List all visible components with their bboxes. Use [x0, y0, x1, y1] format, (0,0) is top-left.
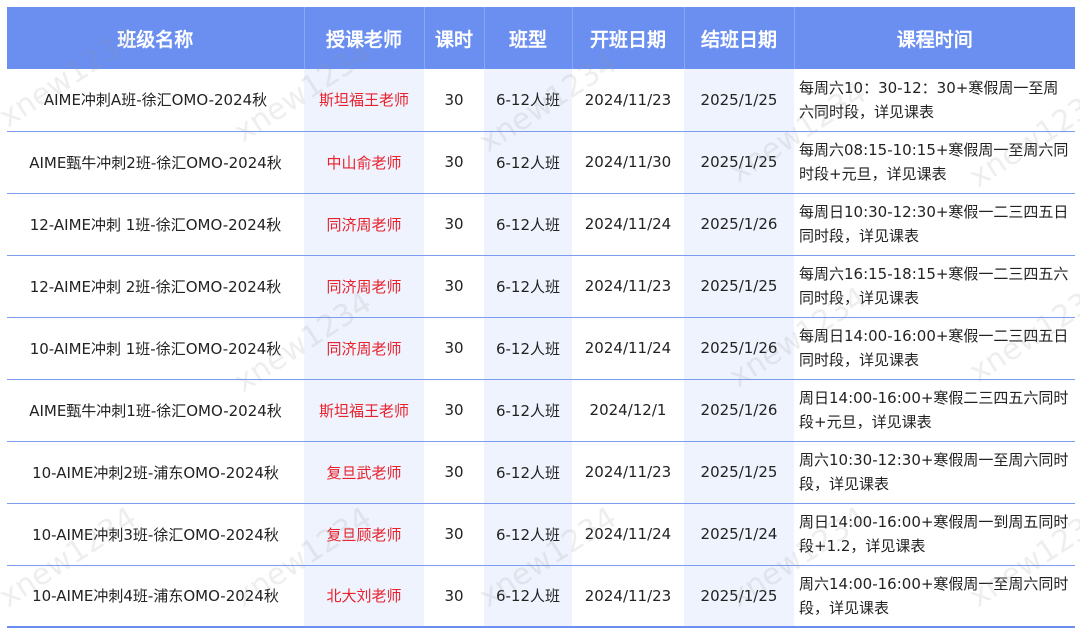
class-type-cell: 6-12人班 [484, 317, 572, 380]
class-type-cell: 6-12人班 [484, 379, 572, 442]
course-time-cell: 每周六10：30-12：30+寒假周一至周六同时段，详见课表 [794, 69, 1075, 132]
table-row: AIME甄牛冲刺2班-徐汇OMO-2024秋 中山俞老师 30 6-12人班 2… [7, 131, 1075, 194]
table-row: 10-AIME冲刺 1班-徐汇OMO-2024秋 同济周老师 30 6-12人班… [7, 317, 1075, 380]
hours-cell: 30 [424, 193, 484, 256]
hours-cell: 30 [424, 379, 484, 442]
start-date-cell: 2024/11/23 [572, 565, 684, 628]
hours-cell: 30 [424, 317, 484, 380]
course-time-cell: 每周日14:00-16:00+寒假一二三四五日同时段，详见课表 [794, 317, 1075, 380]
teacher-cell: 中山俞老师 [304, 131, 424, 194]
end-date-cell: 2025/1/24 [684, 503, 794, 566]
class-name-cell: 10-AIME冲刺4班-浦东OMO-2024秋 [7, 565, 304, 628]
end-date-cell: 2025/1/25 [684, 255, 794, 318]
teacher-cell: 复旦顾老师 [304, 503, 424, 566]
end-date-cell: 2025/1/25 [684, 69, 794, 132]
start-date-cell: 2024/11/23 [572, 441, 684, 504]
end-date-cell: 2025/1/26 [684, 317, 794, 380]
header-class-type: 班型 [484, 7, 573, 69]
teacher-cell: 同济周老师 [304, 255, 424, 318]
hours-cell: 30 [424, 565, 484, 628]
table-row: 12-AIME冲刺 1班-徐汇OMO-2024秋 同济周老师 30 6-12人班… [7, 193, 1075, 256]
header-hours: 课时 [424, 7, 485, 69]
teacher-cell: 北大刘老师 [304, 565, 424, 628]
header-class-name: 班级名称 [7, 7, 305, 69]
header-course-time: 课程时间 [794, 7, 1075, 69]
teacher-cell: 同济周老师 [304, 193, 424, 256]
course-time-cell: 周六14:00-16:00+寒假周一至周六同时段，详见课表 [794, 565, 1075, 628]
class-type-cell: 6-12人班 [484, 441, 572, 504]
header-start-date: 开班日期 [572, 7, 685, 69]
end-date-cell: 2025/1/26 [684, 193, 794, 256]
end-date-cell: 2025/1/25 [684, 131, 794, 194]
header-row: 班级名称 授课老师 课时 班型 开班日期 结班日期 课程时间 [7, 7, 1075, 69]
header-end-date: 结班日期 [684, 7, 795, 69]
class-name-cell: 10-AIME冲刺2班-浦东OMO-2024秋 [7, 441, 304, 504]
teacher-cell: 同济周老师 [304, 317, 424, 380]
start-date-cell: 2024/11/30 [572, 131, 684, 194]
end-date-cell: 2025/1/25 [684, 441, 794, 504]
end-date-cell: 2025/1/25 [684, 565, 794, 628]
class-type-cell: 6-12人班 [484, 503, 572, 566]
class-name-cell: AIME冲刺A班-徐汇OMO-2024秋 [7, 69, 304, 132]
table-row: AIME甄牛冲刺1班-徐汇OMO-2024秋 斯坦福王老师 30 6-12人班 … [7, 379, 1075, 442]
start-date-cell: 2024/12/1 [572, 379, 684, 442]
class-schedule-table: 班级名称 授课老师 课时 班型 开班日期 结班日期 课程时间 AIME冲刺A班-… [7, 7, 1075, 628]
table-row: 12-AIME冲刺 2班-徐汇OMO-2024秋 同济周老师 30 6-12人班… [7, 255, 1075, 318]
class-type-cell: 6-12人班 [484, 565, 572, 628]
hours-cell: 30 [424, 69, 484, 132]
table-row: 10-AIME冲刺4班-浦东OMO-2024秋 北大刘老师 30 6-12人班 … [7, 565, 1075, 628]
teacher-cell: 斯坦福王老师 [304, 379, 424, 442]
class-type-cell: 6-12人班 [484, 255, 572, 318]
table-row: AIME冲刺A班-徐汇OMO-2024秋 斯坦福王老师 30 6-12人班 20… [7, 69, 1075, 132]
teacher-cell: 复旦武老师 [304, 441, 424, 504]
end-date-cell: 2025/1/26 [684, 379, 794, 442]
hours-cell: 30 [424, 503, 484, 566]
hours-cell: 30 [424, 255, 484, 318]
start-date-cell: 2024/11/24 [572, 193, 684, 256]
teacher-cell: 斯坦福王老师 [304, 69, 424, 132]
course-time-cell: 每周六16:15-18:15+寒假一二三四五六同时段，详见课表 [794, 255, 1075, 318]
start-date-cell: 2024/11/23 [572, 69, 684, 132]
class-type-cell: 6-12人班 [484, 131, 572, 194]
class-name-cell: 10-AIME冲刺3班-徐汇OMO-2024秋 [7, 503, 304, 566]
class-type-cell: 6-12人班 [484, 193, 572, 256]
course-time-cell: 周日14:00-16:00+寒假周一到周五同时段+1.2，详见课表 [794, 503, 1075, 566]
course-time-cell: 每周日10:30-12:30+寒假一二三四五日同时段，详见课表 [794, 193, 1075, 256]
start-date-cell: 2024/11/24 [572, 503, 684, 566]
start-date-cell: 2024/11/23 [572, 255, 684, 318]
class-name-cell: 12-AIME冲刺 2班-徐汇OMO-2024秋 [7, 255, 304, 318]
hours-cell: 30 [424, 441, 484, 504]
hours-cell: 30 [424, 131, 484, 194]
course-time-cell: 周日14:00-16:00+寒假二三四五六同时段+元旦，详见课表 [794, 379, 1075, 442]
class-name-cell: 12-AIME冲刺 1班-徐汇OMO-2024秋 [7, 193, 304, 256]
header-teacher: 授课老师 [304, 7, 425, 69]
table-row: 10-AIME冲刺3班-徐汇OMO-2024秋 复旦顾老师 30 6-12人班 … [7, 503, 1075, 566]
start-date-cell: 2024/11/24 [572, 317, 684, 380]
class-name-cell: AIME甄牛冲刺1班-徐汇OMO-2024秋 [7, 379, 304, 442]
table-row: 10-AIME冲刺2班-浦东OMO-2024秋 复旦武老师 30 6-12人班 … [7, 441, 1075, 504]
course-time-cell: 每周六08:15-10:15+寒假周一至周六同时段+元旦，详见课表 [794, 131, 1075, 194]
course-time-cell: 周六10:30-12:30+寒假周一至周六同时段，详见课表 [794, 441, 1075, 504]
class-name-cell: AIME甄牛冲刺2班-徐汇OMO-2024秋 [7, 131, 304, 194]
class-name-cell: 10-AIME冲刺 1班-徐汇OMO-2024秋 [7, 317, 304, 380]
class-type-cell: 6-12人班 [484, 69, 572, 132]
